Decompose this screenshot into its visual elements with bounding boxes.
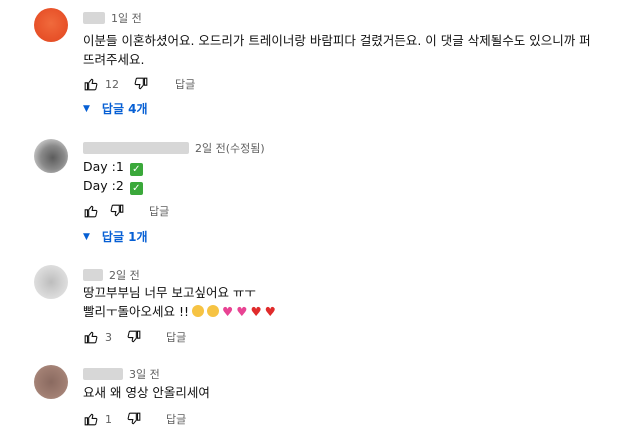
timestamp[interactable]: 2일 전(수정됨) <box>195 140 265 156</box>
action-bar: 1 답글 <box>83 411 186 427</box>
avatar[interactable] <box>34 265 68 299</box>
comment-header: 1일 전 <box>83 10 142 26</box>
like-count: 12 <box>105 77 119 91</box>
thumbs-up-icon[interactable] <box>83 203 99 219</box>
red-heart-icon: ♥ <box>250 304 262 319</box>
triangle-down-icon: ▼ <box>83 231 90 242</box>
red-heart-icon: ♥ <box>264 304 276 319</box>
comment-text: 이분들 이혼하셨어요. 오드리가 트레이너랑 바람피다 걸렸거든요. 이 댓글 … <box>83 31 591 69</box>
author-name-redacted[interactable] <box>83 269 103 281</box>
comment-header: 3일 전 <box>83 366 160 382</box>
timestamp[interactable]: 1일 전 <box>111 10 142 26</box>
author-name-redacted[interactable] <box>83 12 105 24</box>
view-replies-button[interactable]: ▼ 답글 4개 <box>83 100 148 117</box>
replies-count-label: 답글 1개 <box>101 230 148 244</box>
comment-header: 2일 전 <box>83 267 140 283</box>
like-count: 1 <box>105 412 112 426</box>
like-count: 3 <box>105 330 112 344</box>
view-replies-button[interactable]: ▼ 답글 1개 <box>83 228 148 245</box>
check-mark-icon: ✓ <box>129 163 143 176</box>
reply-button[interactable]: 답글 <box>175 76 195 92</box>
thumbs-down-icon[interactable] <box>126 411 142 427</box>
sad-face-icon <box>192 305 204 317</box>
avatar[interactable] <box>34 139 68 173</box>
thumbs-down-icon[interactable] <box>109 203 125 219</box>
author-name-redacted[interactable] <box>83 368 123 380</box>
comment-line: 땅끄부부님 너무 보고싶어요 ㅠㅜ <box>83 285 256 300</box>
replies-count-label: 답글 4개 <box>101 102 148 116</box>
thumbs-down-icon[interactable] <box>133 76 149 92</box>
comment-line: Day :2 ✓ <box>83 176 143 195</box>
triangle-down-icon: ▼ <box>83 103 90 114</box>
pink-heart-icon: ♥ <box>236 304 248 319</box>
action-bar: 12 답글 <box>83 76 195 92</box>
avatar[interactable] <box>34 8 68 42</box>
comment-line: 빨리ㅜ돌아오세요 !! ♥ ♥ ♥ ♥ <box>83 304 276 319</box>
action-bar: 3 답글 <box>83 329 186 345</box>
timestamp[interactable]: 2일 전 <box>109 267 140 283</box>
reply-button[interactable]: 답글 <box>166 411 186 427</box>
comment-line: 뜨려주세요. <box>83 52 145 67</box>
action-bar: 답글 <box>83 203 169 219</box>
check-mark-icon: ✓ <box>129 182 143 195</box>
pink-heart-icon: ♥ <box>222 304 234 319</box>
comment-text: Day :1 ✓ Day :2 ✓ <box>83 157 143 195</box>
timestamp[interactable]: 3일 전 <box>129 366 160 382</box>
thumbs-up-icon[interactable] <box>83 411 99 427</box>
reply-button[interactable]: 답글 <box>149 203 169 219</box>
comment-line: 요새 왜 영상 안올리세여 <box>83 385 210 400</box>
comment-header: 2일 전(수정됨) <box>83 140 265 156</box>
thumbs-down-icon[interactable] <box>126 329 142 345</box>
reply-button[interactable]: 답글 <box>166 329 186 345</box>
thumbs-up-icon[interactable] <box>83 329 99 345</box>
comment-line: 이분들 이혼하셨어요. 오드리가 트레이너랑 바람피다 걸렸거든요. 이 댓글 … <box>83 33 591 48</box>
sad-face-icon <box>207 305 219 317</box>
comment-text: 땅끄부부님 너무 보고싶어요 ㅠㅜ 빨리ㅜ돌아오세요 !! ♥ ♥ ♥ ♥ <box>83 283 276 321</box>
author-name-redacted[interactable] <box>83 142 189 154</box>
avatar[interactable] <box>34 365 68 399</box>
thumbs-up-icon[interactable] <box>83 76 99 92</box>
comment-line: Day :1 ✓ <box>83 157 143 176</box>
comment-text: 요새 왜 영상 안올리세여 <box>83 383 210 402</box>
